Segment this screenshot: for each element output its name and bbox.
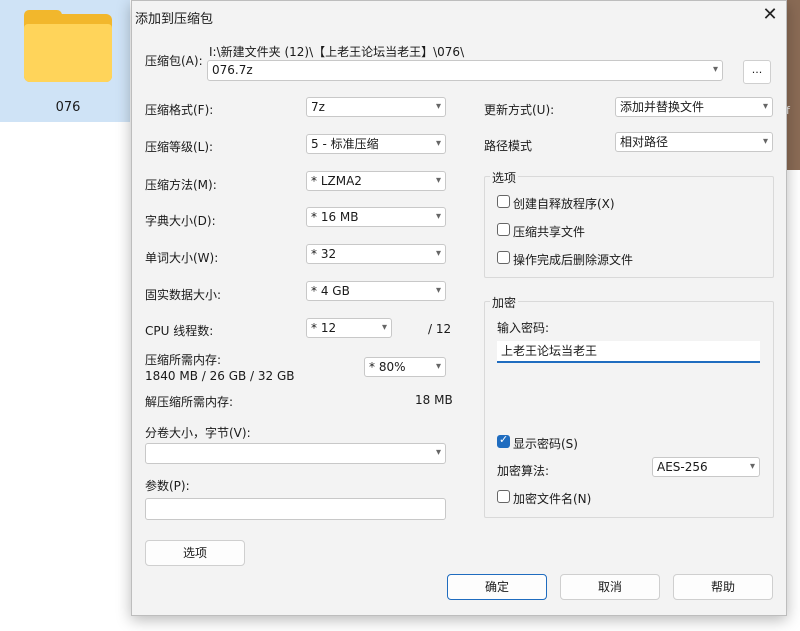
method-label: 压缩方法(M): <box>145 178 217 192</box>
chevron-down-icon: ▾ <box>381 322 387 333</box>
method-combo[interactable]: * LZMA2 ▾ <box>306 171 446 191</box>
shared-files-label: 压缩共享文件 <box>513 225 586 239</box>
encrypt-names-checkbox[interactable] <box>497 490 510 503</box>
chevron-down-icon: ▾ <box>435 447 441 458</box>
mem-percent-value: * 80% <box>369 360 406 374</box>
help-button[interactable]: 帮助 <box>673 574 773 600</box>
archive-path: I:\新建文件夹 (12)\【上老王论坛当老王】\076\ <box>209 45 465 59</box>
mem-label: 压缩所需内存: <box>145 353 222 367</box>
ok-button[interactable]: 确定 <box>447 574 547 600</box>
decomp-mem-label: 解压缩所需内存: <box>145 395 234 409</box>
encrypt-names-label: 加密文件名(N) <box>513 492 592 506</box>
solid-label: 固实数据大小: <box>145 288 222 302</box>
chevron-down-icon: ▾ <box>749 461 755 472</box>
level-label: 压缩等级(L): <box>145 140 214 154</box>
sfx-label: 创建自释放程序(X) <box>513 197 615 211</box>
archive-name-combo[interactable]: 076.7z ▾ <box>207 60 723 81</box>
word-value: * 32 <box>311 247 337 261</box>
threads-value: * 12 <box>311 321 337 335</box>
folder-item[interactable]: 076 <box>14 0 122 122</box>
chevron-down-icon: ▾ <box>762 136 768 147</box>
word-label: 单词大小(W): <box>145 251 219 265</box>
level-value: 5 - 标准压缩 <box>311 137 379 151</box>
add-to-archive-dialog: 添加到压缩包 ✕ 压缩包(A): I:\新建文件夹 (12)\【上老王论坛当老王… <box>131 0 787 616</box>
options-button[interactable]: 选项 <box>145 540 245 566</box>
close-icon[interactable]: ✕ <box>760 5 780 25</box>
params-label: 参数(P): <box>145 479 190 493</box>
decomp-mem-value: 18 MB <box>415 393 453 407</box>
delete-source-checkbox[interactable] <box>497 251 510 264</box>
dict-value: * 16 MB <box>311 210 359 224</box>
method-value: * LZMA2 <box>311 174 362 188</box>
dialog-title: 添加到压缩包 <box>135 12 214 27</box>
encryption-group-title: 加密 <box>490 294 519 311</box>
update-combo[interactable]: 添加并替换文件 ▾ <box>615 97 773 117</box>
chevron-down-icon: ▾ <box>435 175 441 186</box>
path-mode-label: 路径模式 <box>484 139 533 153</box>
chevron-down-icon: ▾ <box>435 101 441 112</box>
dict-label: 字典大小(D): <box>145 214 216 228</box>
format-combo[interactable]: 7z ▾ <box>306 97 446 117</box>
params-input[interactable] <box>145 498 446 520</box>
mem-percent-combo[interactable]: * 80% ▾ <box>364 357 446 377</box>
encryption-method-combo[interactable]: AES-256 ▾ <box>652 457 760 477</box>
show-password-checkbox[interactable] <box>497 433 510 448</box>
format-value: 7z <box>311 100 325 114</box>
volume-label: 分卷大小，字节(V): <box>145 426 251 440</box>
sfx-checkbox[interactable] <box>497 195 510 208</box>
threads-combo[interactable]: * 12 ▾ <box>306 318 392 338</box>
update-value: 添加并替换文件 <box>620 100 705 114</box>
mem-value: 1840 MB / 26 GB / 32 GB <box>145 369 295 383</box>
update-label: 更新方式(U): <box>484 103 555 117</box>
chevron-down-icon: ▾ <box>435 138 441 149</box>
chevron-down-icon: ▾ <box>435 361 441 372</box>
encryption-method-label: 加密算法: <box>497 464 550 478</box>
dict-combo[interactable]: * 16 MB ▾ <box>306 207 446 227</box>
solid-combo[interactable]: * 4 GB ▾ <box>306 281 446 301</box>
encryption-method-value: AES-256 <box>657 460 708 474</box>
browse-button[interactable]: ... <box>743 60 771 84</box>
archive-label: 压缩包(A): <box>145 54 203 68</box>
options-group-title: 选项 <box>490 169 519 186</box>
shared-files-checkbox[interactable] <box>497 223 510 236</box>
solid-value: * 4 GB <box>311 284 350 298</box>
volume-combo[interactable]: ▾ <box>145 443 446 464</box>
chevron-down-icon: ▾ <box>762 101 768 112</box>
path-mode-value: 相对路径 <box>620 135 669 149</box>
chevron-down-icon: ▾ <box>712 64 718 75</box>
word-combo[interactable]: * 32 ▾ <box>306 244 446 264</box>
threads-max: / 12 <box>428 322 452 336</box>
folder-label: 076 <box>55 100 81 115</box>
archive-name-value: 076.7z <box>212 63 253 77</box>
path-mode-combo[interactable]: 相对路径 ▾ <box>615 132 773 152</box>
password-input[interactable]: 上老王论坛当老王 <box>497 341 760 363</box>
password-label: 输入密码: <box>497 321 550 335</box>
threads-label: CPU 线程数: <box>145 324 214 338</box>
chevron-down-icon: ▾ <box>435 211 441 222</box>
format-label: 压缩格式(F): <box>145 103 214 117</box>
level-combo[interactable]: 5 - 标准压缩 ▾ <box>306 134 446 154</box>
chevron-down-icon: ▾ <box>435 248 441 259</box>
delete-source-label: 操作完成后删除源文件 <box>513 253 634 267</box>
show-password-label: 显示密码(S) <box>513 437 578 451</box>
chevron-down-icon: ▾ <box>435 285 441 296</box>
cancel-button[interactable]: 取消 <box>560 574 660 600</box>
